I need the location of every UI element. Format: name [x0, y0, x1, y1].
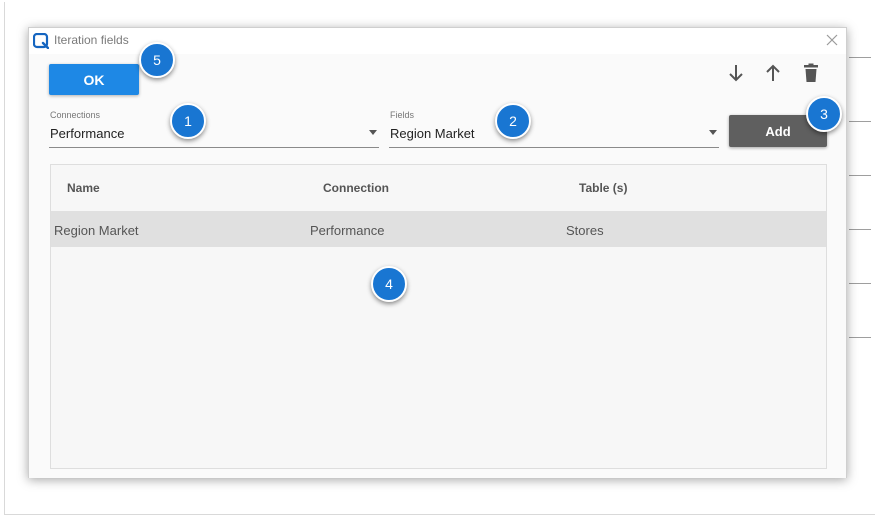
arrow-up-icon[interactable] [762, 62, 784, 84]
background-divider [849, 337, 871, 338]
trash-icon[interactable] [800, 62, 822, 84]
annotation-marker-2: 2 [495, 103, 531, 139]
iteration-fields-table: Name Connection Table (s) Region Market … [50, 164, 827, 469]
column-header-name[interactable]: Name [67, 181, 100, 195]
fields-value: Region Market [390, 126, 475, 141]
iteration-fields-dialog: Iteration fields OK Connections Performa… [28, 27, 847, 478]
annotation-marker-5: 5 [139, 42, 175, 78]
cell-name: Region Market [54, 223, 139, 238]
connections-label: Connections [50, 110, 101, 120]
annotation-marker-1: 1 [170, 103, 206, 139]
dropdown-arrow-icon[interactable] [709, 130, 717, 135]
fields-label: Fields [390, 110, 415, 120]
column-header-tables[interactable]: Table (s) [579, 181, 627, 195]
background-divider [849, 283, 871, 284]
dropdown-arrow-icon[interactable] [369, 130, 377, 135]
ok-button[interactable]: OK [49, 64, 139, 95]
connections-select[interactable]: Connections Performance [49, 110, 379, 148]
cell-table: Stores [566, 223, 604, 238]
annotation-marker-4: 4 [371, 266, 407, 302]
screenshot-stage: Iteration fields OK Connections Performa… [0, 0, 878, 518]
background-divider [849, 175, 871, 176]
annotation-marker-3: 3 [806, 96, 842, 132]
fields-select[interactable]: Fields Region Market [389, 110, 719, 148]
app-logo-icon [33, 33, 49, 49]
background-divider [849, 229, 871, 230]
background-divider [849, 57, 871, 58]
table-row[interactable]: Region Market Performance Stores [51, 211, 826, 247]
column-header-connection[interactable]: Connection [323, 181, 389, 195]
dialog-content: OK Connections Performance Fields Region… [29, 54, 846, 478]
dialog-title: Iteration fields [54, 33, 129, 47]
arrow-down-icon[interactable] [725, 62, 747, 84]
close-icon[interactable] [824, 32, 840, 48]
background-divider [849, 121, 871, 122]
cell-connection: Performance [310, 223, 385, 238]
connections-value: Performance [50, 126, 125, 141]
